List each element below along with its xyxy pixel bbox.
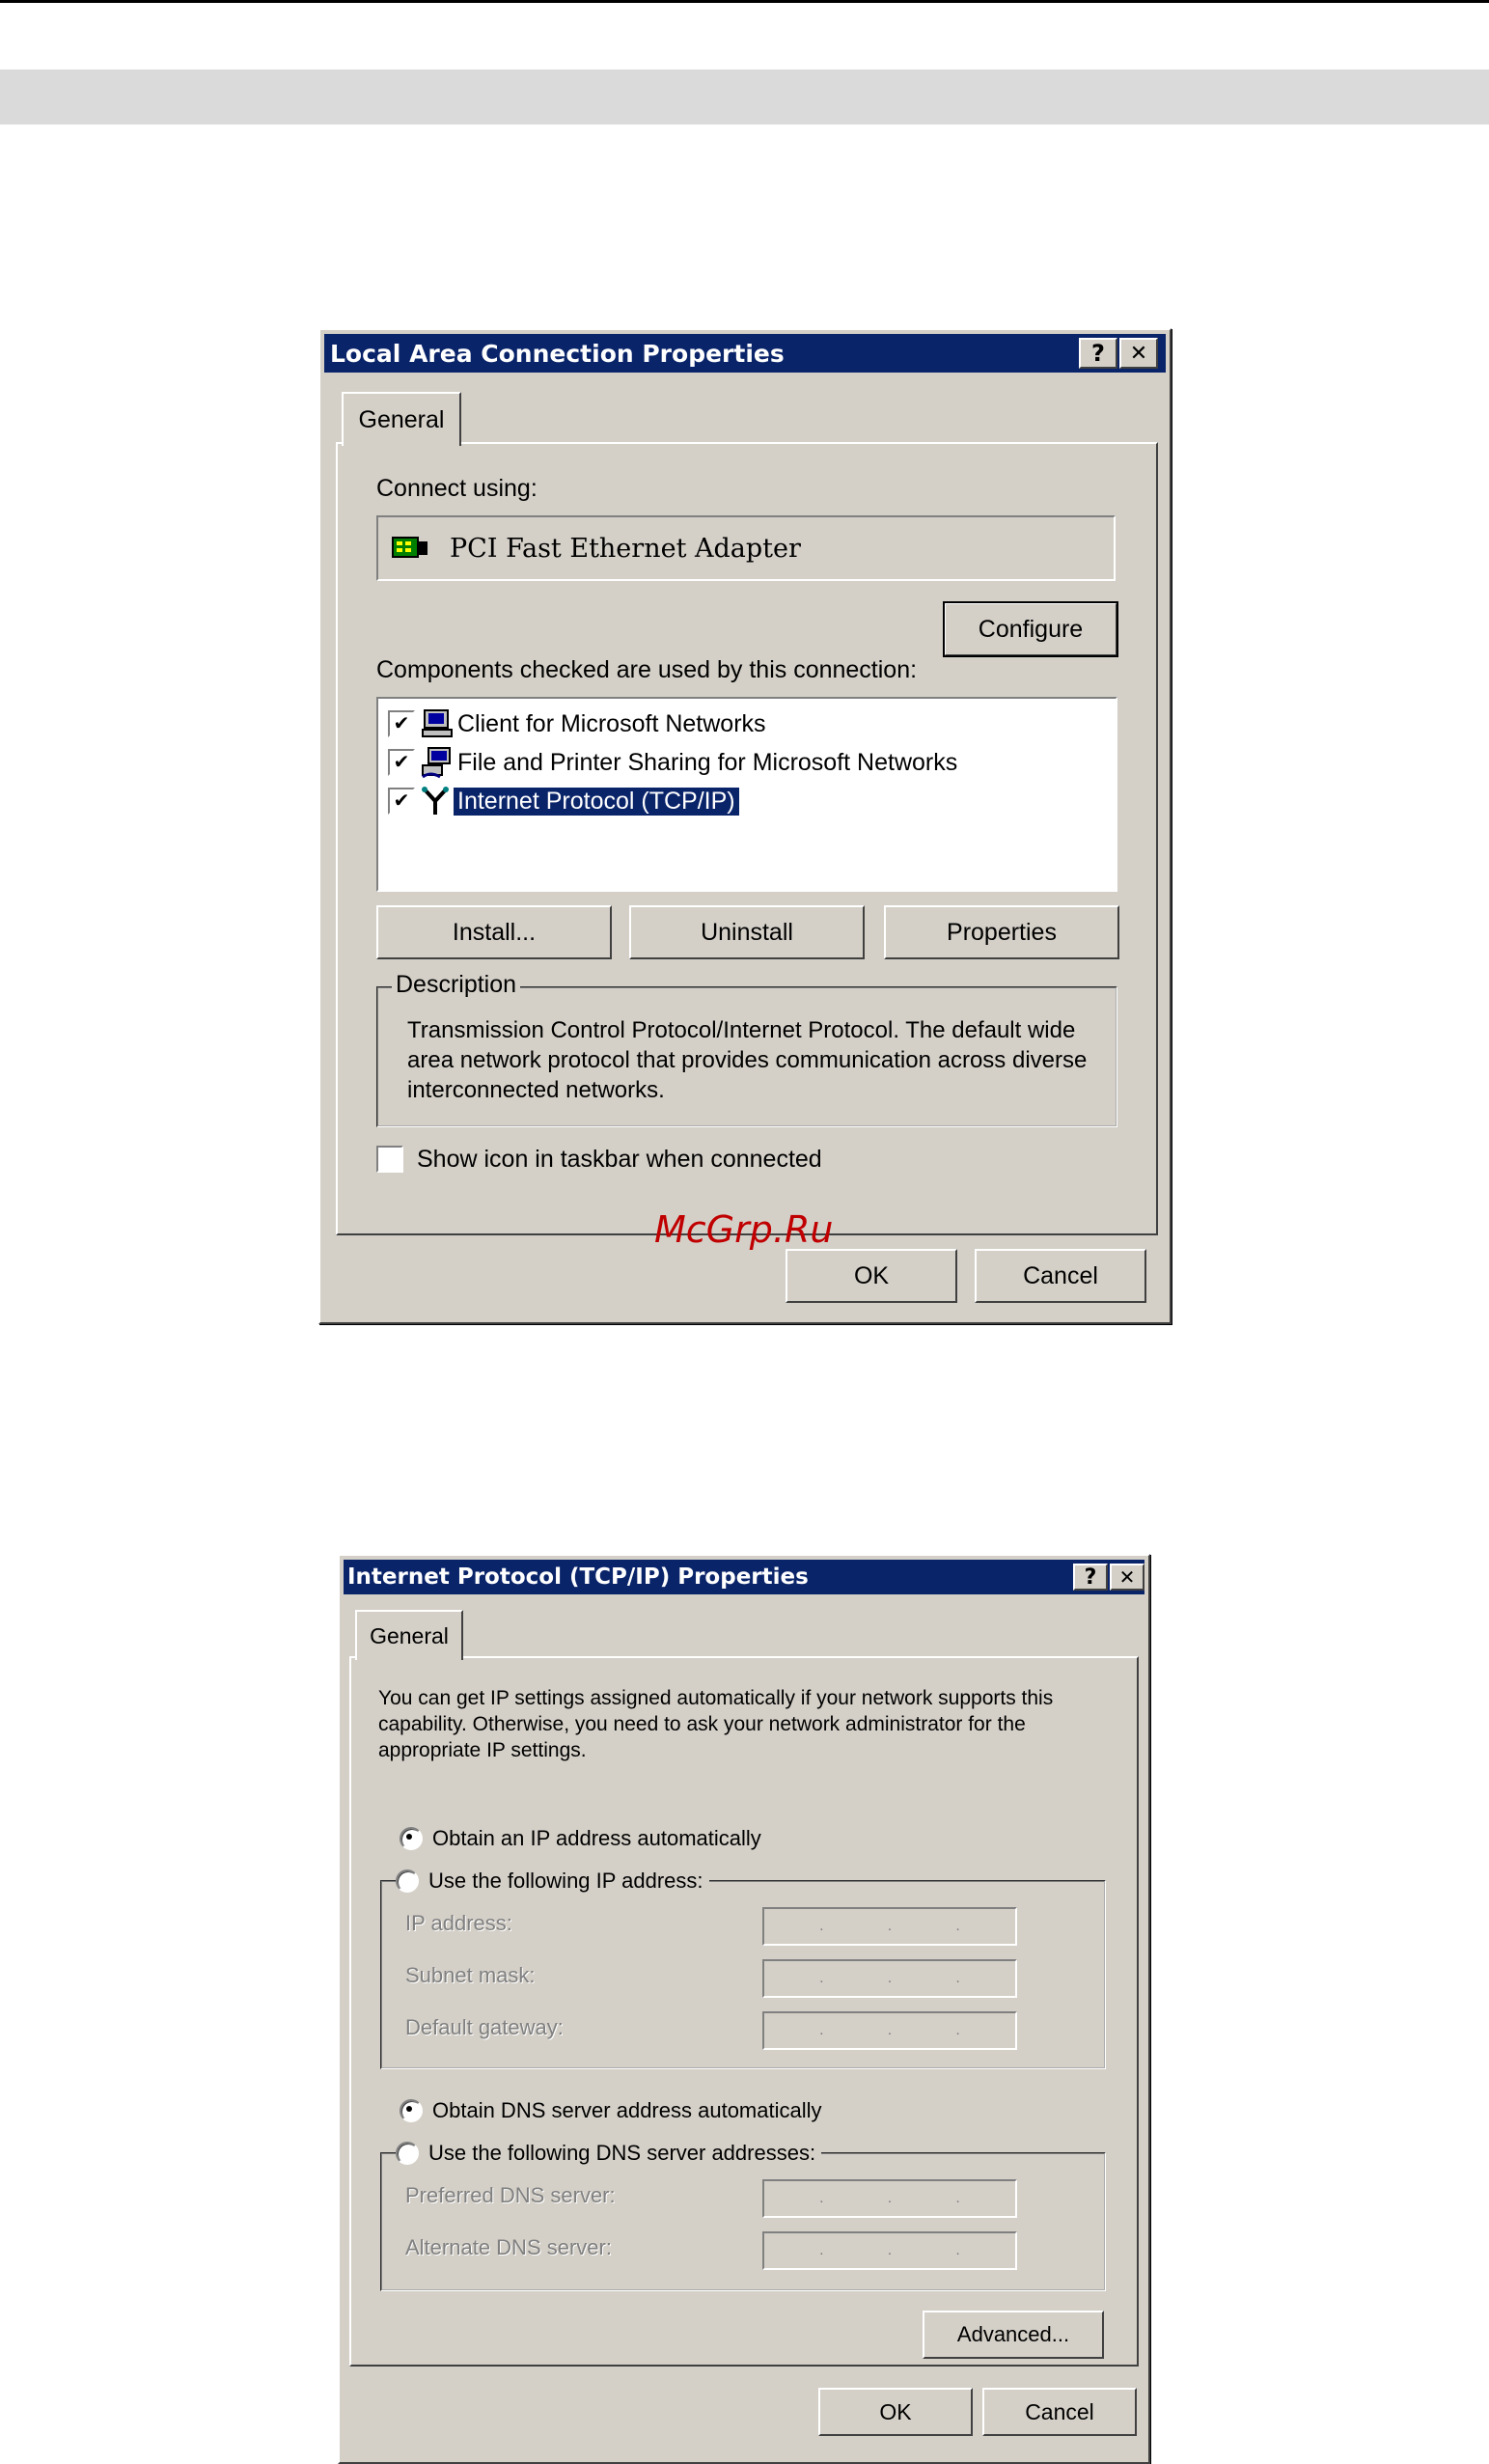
alternate-dns-label: Alternate DNS server: xyxy=(405,2235,612,2259)
local-area-connection-dialog: Local Area Connection Properties ? ✕ Gen… xyxy=(318,328,1172,1324)
static-dns-group: Use the following DNS server addresses: … xyxy=(380,2139,1106,2291)
alternate-dns-field: ... xyxy=(762,2231,1017,2270)
adapter-name: PCI Fast Ethernet Adapter xyxy=(450,533,801,564)
computer-icon xyxy=(422,709,453,737)
dialog-title: Internet Protocol (TCP/IP) Properties xyxy=(347,1564,809,1590)
static-ip-group: Use the following IP address: IP address… xyxy=(380,1867,1106,2069)
subnet-mask-label: Subnet mask: xyxy=(405,1963,536,1987)
top-rule xyxy=(0,0,1489,3)
protocol-icon xyxy=(422,787,449,815)
general-panel: Connect using: PCI Fast Ethernet Adapter… xyxy=(336,442,1158,1235)
cancel-button[interactable]: Cancel xyxy=(975,1249,1146,1303)
tcpip-properties-dialog: Internet Protocol (TCP/IP) Properties ? … xyxy=(338,1554,1150,2464)
properties-button[interactable]: Properties xyxy=(884,905,1119,959)
components-label: Components checked are used by this conn… xyxy=(376,656,918,683)
ip-address-label: IP address: xyxy=(405,1911,512,1935)
taskbar-option[interactable]: Show icon in taskbar when connected xyxy=(376,1143,822,1176)
dialog-title: Local Area Connection Properties xyxy=(330,339,785,368)
ok-button[interactable]: OK xyxy=(786,1249,957,1303)
obtain-ip-label: Obtain an IP address automatically xyxy=(432,1826,761,1850)
checkbox-sharing[interactable]: ✔ xyxy=(388,749,415,776)
preferred-dns-label: Preferred DNS server: xyxy=(405,2183,616,2207)
preferred-dns-field: ... xyxy=(762,2179,1017,2218)
component-label: File and Printer Sharing for Microsoft N… xyxy=(457,748,958,776)
adapter-field: PCI Fast Ethernet Adapter xyxy=(376,515,1116,581)
gateway-field: ... xyxy=(762,2011,1017,2050)
tab-general-label: General xyxy=(370,1622,449,1648)
obtain-dns-label: Obtain DNS server address automatically xyxy=(432,2098,822,2122)
use-dns-radio[interactable] xyxy=(396,2142,419,2165)
ip-address-field: ... xyxy=(762,1907,1017,1946)
use-ip-label: Use the following IP address: xyxy=(428,1869,703,1893)
printer-sharing-icon xyxy=(422,747,451,779)
description-text: Transmission Control Protocol/Internet P… xyxy=(407,1017,1088,1103)
obtain-dns-radio[interactable] xyxy=(400,2099,423,2122)
close-icon[interactable]: ✕ xyxy=(1110,1564,1144,1591)
watermark: McGrp.Ru xyxy=(654,1208,834,1251)
uninstall-button[interactable]: Uninstall xyxy=(629,905,865,959)
cancel-button[interactable]: Cancel xyxy=(982,2388,1137,2436)
tab-general[interactable]: General xyxy=(342,392,461,446)
gateway-label: Default gateway: xyxy=(405,2015,564,2039)
taskbar-label: Show icon in taskbar when connected xyxy=(417,1145,822,1173)
list-item[interactable]: ✔ File and Printer Sharing for Microsoft… xyxy=(388,745,957,780)
checkbox-tcpip[interactable]: ✔ xyxy=(388,788,415,815)
taskbar-checkbox[interactable] xyxy=(376,1146,403,1173)
use-dns-label: Use the following DNS server addresses: xyxy=(428,2141,816,2165)
network-adapter-icon xyxy=(392,537,427,558)
checkbox-client[interactable]: ✔ xyxy=(388,710,415,737)
obtain-ip-option[interactable]: Obtain an IP address automatically xyxy=(400,1824,761,1853)
title-bar: Internet Protocol (TCP/IP) Properties xyxy=(344,1560,1144,1594)
connect-using-label: Connect using: xyxy=(376,475,538,502)
component-label-selected: Internet Protocol (TCP/IP) xyxy=(454,787,739,816)
subnet-mask-field: ... xyxy=(762,1959,1017,1998)
intro-text: You can get IP settings assigned automat… xyxy=(378,1687,1054,1761)
tab-general[interactable]: General xyxy=(355,1610,463,1660)
list-item[interactable]: ✔ Internet Protocol (TCP/IP) xyxy=(388,784,739,818)
use-ip-radio[interactable] xyxy=(396,1869,419,1893)
use-ip-option[interactable]: Use the following IP address: xyxy=(396,1867,709,1896)
title-bar: Local Area Connection Properties xyxy=(324,334,1166,373)
close-icon[interactable]: ✕ xyxy=(1119,338,1158,369)
description-legend: Description xyxy=(392,971,521,999)
install-button[interactable]: Install... xyxy=(376,905,612,959)
obtain-dns-option[interactable]: Obtain DNS server address automatically xyxy=(400,2096,822,2125)
list-item[interactable]: ✔ Client for Microsoft Networks xyxy=(388,706,766,741)
tab-general-label: General xyxy=(358,405,445,433)
configure-button[interactable]: Configure xyxy=(943,601,1118,657)
use-dns-option[interactable]: Use the following DNS server addresses: xyxy=(396,2139,822,2168)
header-band xyxy=(0,69,1489,125)
component-label: Client for Microsoft Networks xyxy=(457,709,766,737)
description-group: Description Transmission Control Protoco… xyxy=(376,971,1117,1127)
components-list: ✔ Client for Microsoft Networks ✔ File a… xyxy=(376,697,1117,892)
general-panel: You can get IP settings assigned automat… xyxy=(349,1656,1139,2367)
help-button[interactable]: ? xyxy=(1073,1564,1108,1591)
obtain-ip-radio[interactable] xyxy=(400,1827,423,1850)
advanced-button[interactable]: Advanced... xyxy=(923,2311,1104,2359)
ok-button[interactable]: OK xyxy=(818,2388,973,2436)
help-button[interactable]: ? xyxy=(1079,338,1117,369)
